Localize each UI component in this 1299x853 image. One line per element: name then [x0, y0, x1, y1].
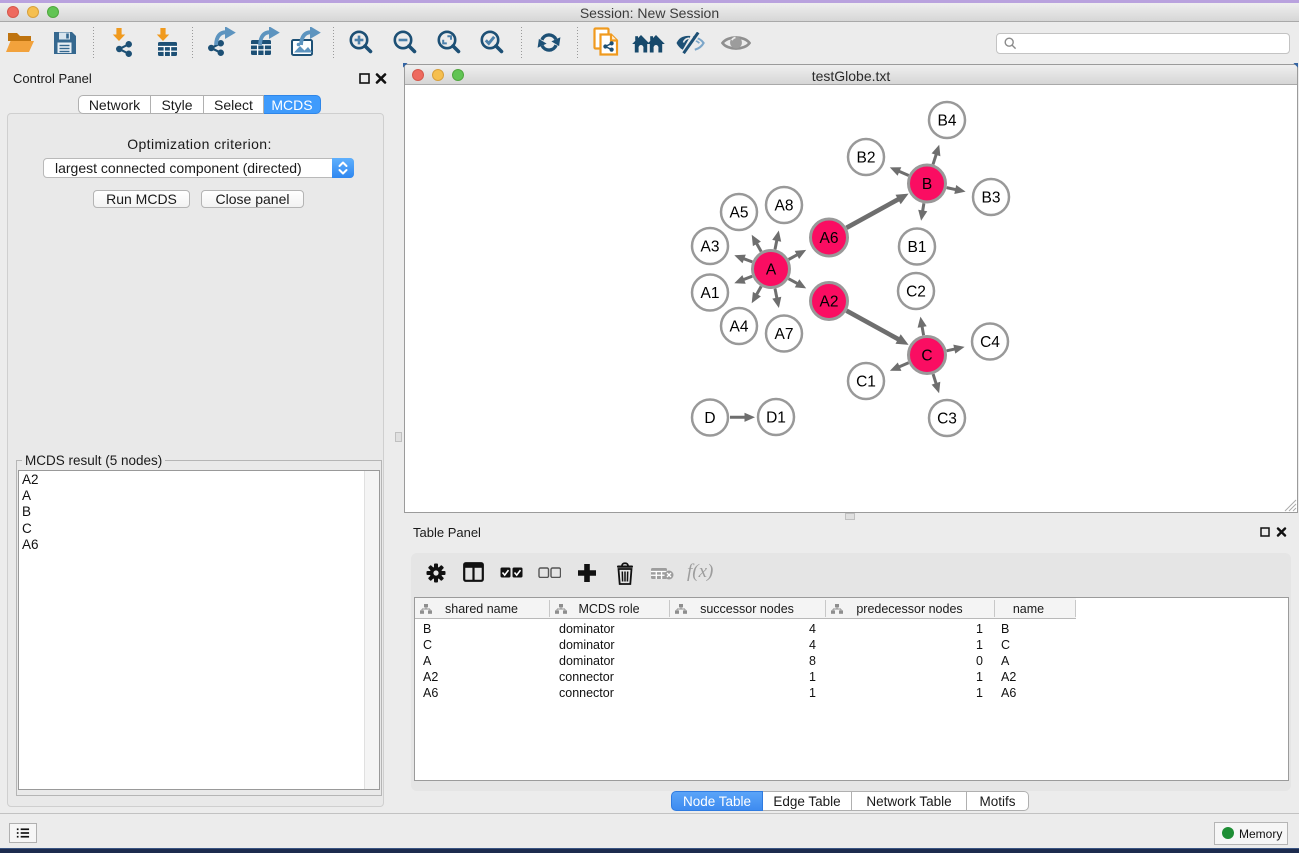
svg-text:A3: A3	[701, 239, 720, 256]
svg-text:A1: A1	[701, 285, 720, 302]
svg-text:B3: B3	[982, 190, 1001, 207]
svg-text:C2: C2	[906, 284, 926, 301]
svg-text:B2: B2	[857, 150, 876, 167]
svg-text:A: A	[766, 262, 777, 279]
svg-text:C3: C3	[937, 411, 957, 428]
svg-text:C1: C1	[856, 374, 876, 391]
svg-text:B4: B4	[938, 113, 957, 130]
svg-text:A4: A4	[730, 319, 749, 336]
svg-text:C4: C4	[980, 334, 1000, 351]
svg-text:C: C	[921, 348, 932, 365]
svg-text:D1: D1	[766, 410, 786, 427]
svg-text:A2: A2	[820, 294, 839, 311]
svg-text:D: D	[704, 410, 715, 427]
svg-text:A6: A6	[820, 230, 839, 247]
svg-text:B: B	[922, 176, 932, 193]
svg-text:A8: A8	[775, 198, 794, 215]
svg-text:A7: A7	[775, 326, 794, 343]
svg-text:A5: A5	[730, 205, 749, 222]
svg-text:B1: B1	[908, 239, 927, 256]
